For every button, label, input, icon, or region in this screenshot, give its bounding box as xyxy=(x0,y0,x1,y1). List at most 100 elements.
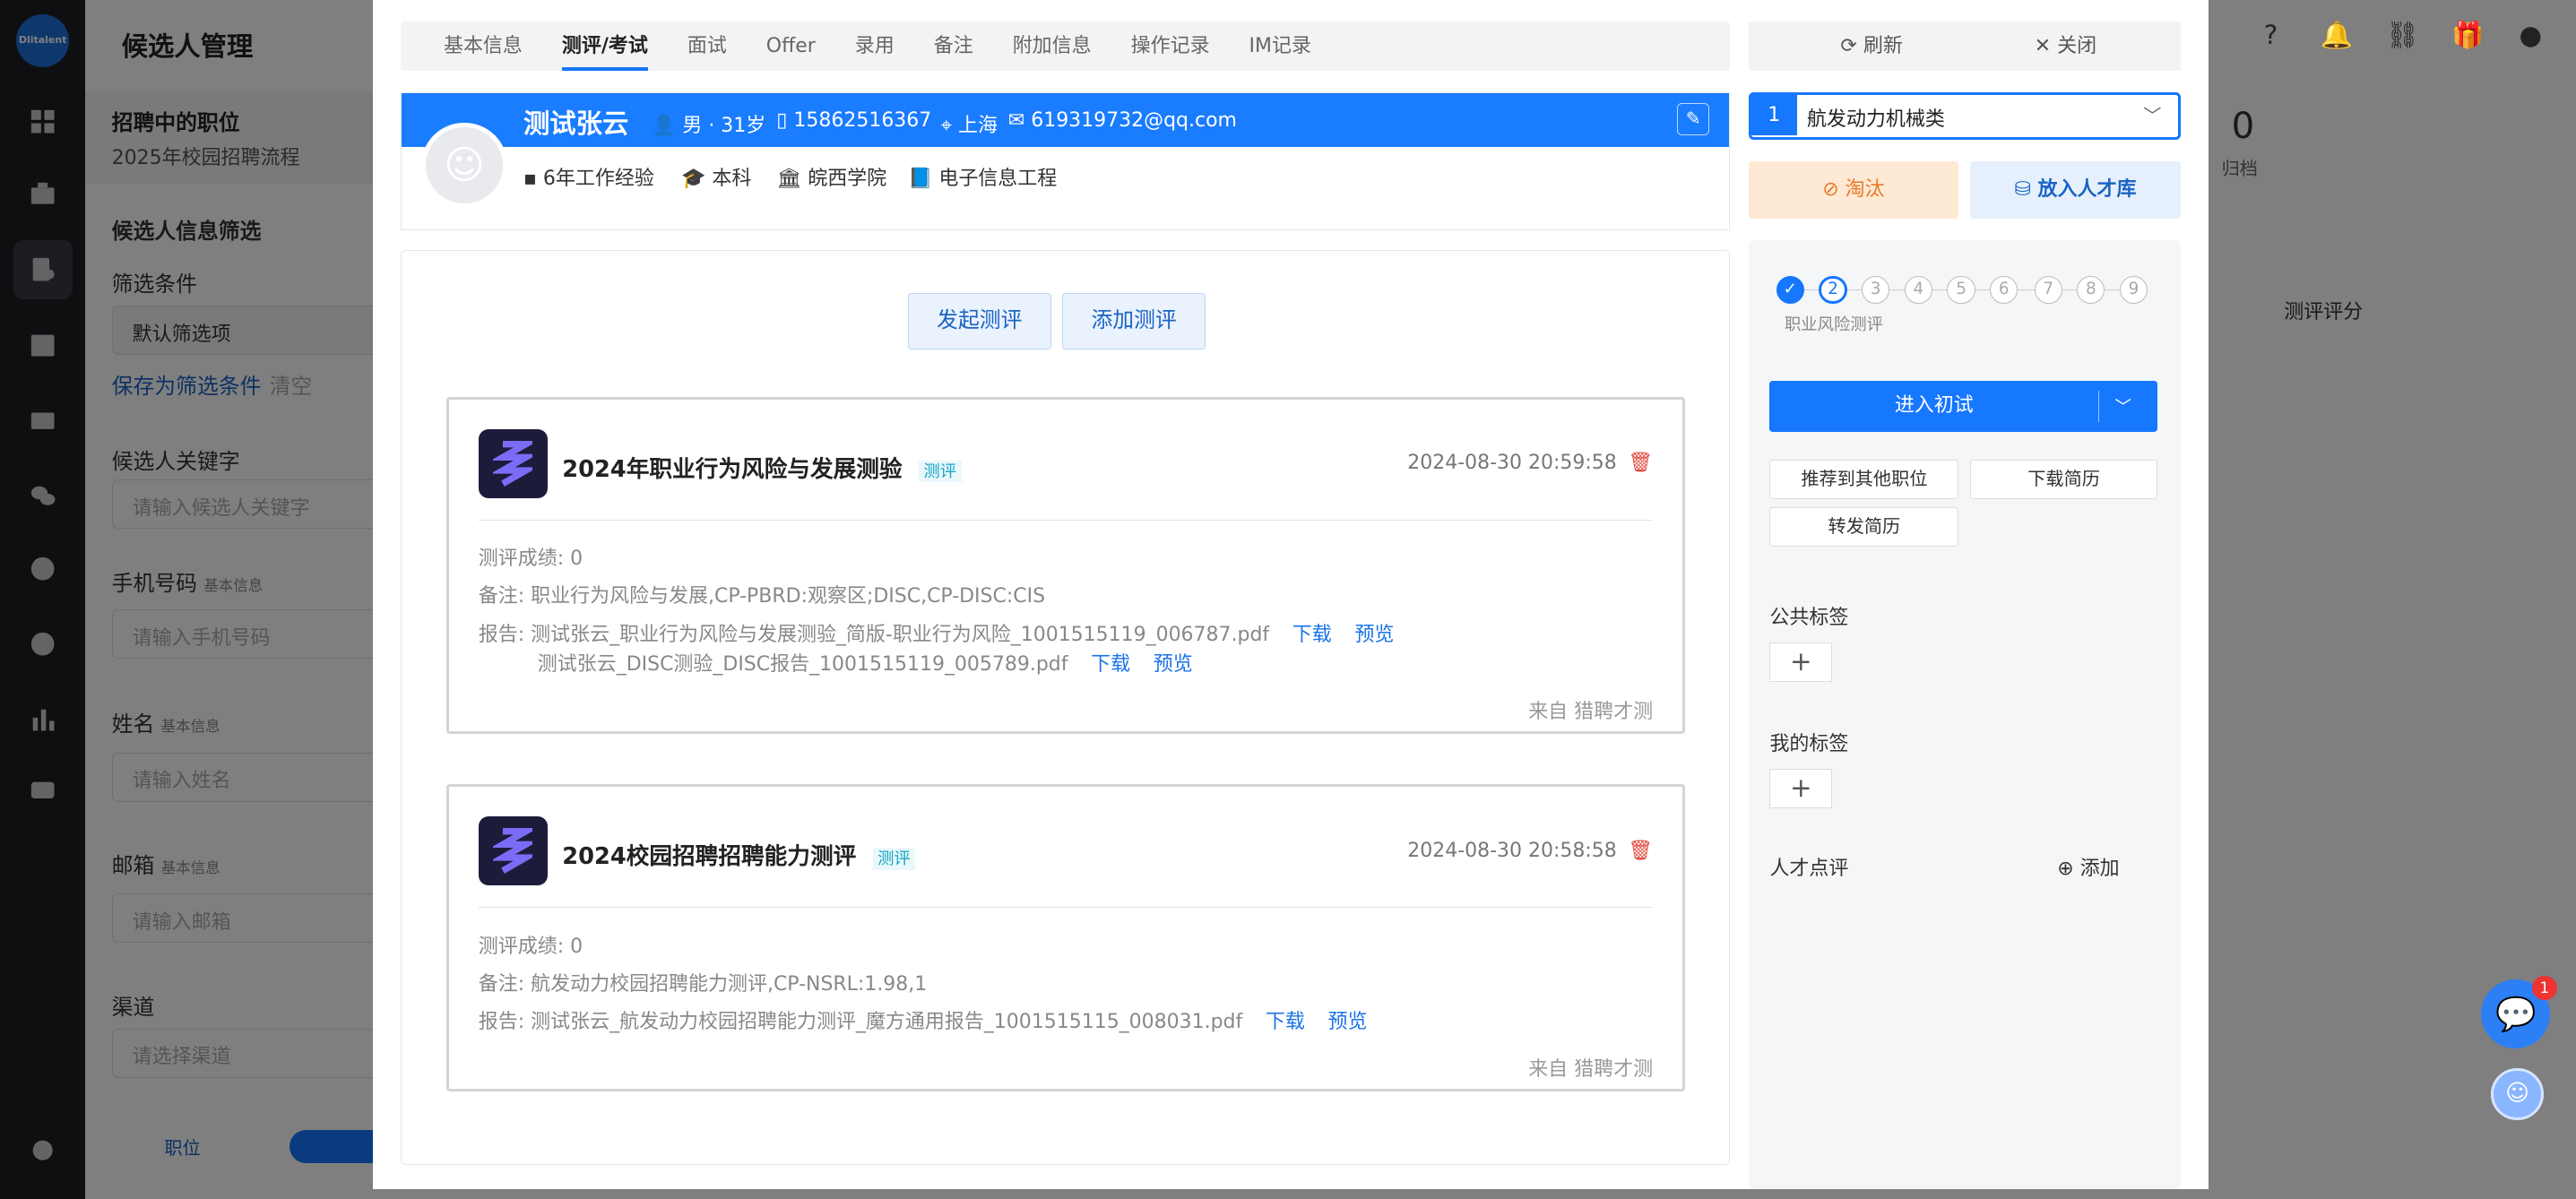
start-assessment-button[interactable]: 发起测评 xyxy=(907,293,1051,349)
degree: 🎓 本科 xyxy=(681,162,751,191)
edit-icon[interactable]: ✎ xyxy=(1676,102,1710,136)
mail-icon: ✉ xyxy=(1007,108,1025,132)
download-link[interactable]: 下载 xyxy=(1266,1011,1305,1033)
step-6[interactable]: 6 xyxy=(1990,275,2018,305)
divider xyxy=(478,519,1654,521)
forward-resume-button[interactable]: 转发简历 xyxy=(1769,507,1959,548)
tab-extra-info[interactable]: 附加信息 xyxy=(1013,22,1092,71)
assessment-note: 备注: 航发动力校园招聘能力测评,CP-NSRL:1.98,1 xyxy=(478,973,928,996)
book-icon: 📘 xyxy=(907,167,933,190)
reject-label: 淘汰 xyxy=(1845,177,1885,201)
trash-icon[interactable]: 🗑 xyxy=(1628,840,1653,862)
inbox-icon: ⛁ xyxy=(2014,177,2031,201)
job-select-value: 航发动力机械类 xyxy=(1806,108,1945,131)
refresh-label: 刷新 xyxy=(1863,34,1903,57)
add-my-tag-button[interactable]: + xyxy=(1769,768,1833,808)
public-tags-label: 公共标签 xyxy=(1769,606,1849,629)
download-link[interactable]: 下载 xyxy=(1091,653,1130,676)
trash-icon[interactable]: 🗑 xyxy=(1628,452,1653,474)
assessment-score: 测评成绩: 0 xyxy=(478,548,583,571)
tab-hire[interactable]: 录用 xyxy=(855,22,895,71)
job-index: 1 xyxy=(1750,94,1797,136)
step-7[interactable]: 7 xyxy=(2034,275,2062,305)
plus-circle-icon: ⊕ xyxy=(2057,858,2074,881)
add-review-button[interactable]: ⊕ 添加 xyxy=(2057,852,2119,881)
tab-interview[interactable]: 面试 xyxy=(687,22,727,71)
experience-text: 6年工作经验 xyxy=(542,167,654,190)
school-text: 皖西学院 xyxy=(808,167,887,190)
reject-button[interactable]: ⊘ 淘汰 xyxy=(1748,160,1959,219)
refresh-icon: ⟳ xyxy=(1840,34,1857,57)
assessment-date: 2024-08-30 20:59:58 xyxy=(1407,452,1617,475)
phone: ▯ 15862516367 xyxy=(776,109,931,132)
school-icon: 🏛 xyxy=(776,167,802,190)
enter-interview-button[interactable]: 进入初试 ﹀ xyxy=(1769,381,2158,433)
report-row: 报告: 测试张云_航发动力校园招聘能力测评_魔方通用报告_1001515115_… xyxy=(479,1005,1368,1034)
assessment-logo-icon xyxy=(478,816,548,886)
bell-icon[interactable]: 🔔 xyxy=(2321,20,2354,56)
tab-assessment[interactable]: 测评/考试 xyxy=(561,22,649,71)
chevron-down-icon[interactable]: ﹀ xyxy=(2114,394,2131,418)
chat-icon: 💬 xyxy=(2494,994,2537,1033)
recommend-button[interactable]: 推荐到其他职位 xyxy=(1769,460,1959,500)
assessment-title: 2024校园招聘招聘能力测评 测评 xyxy=(562,838,916,871)
report-file: 测试张云_DISC测验_DISC报告_1001515119_005789.pdf xyxy=(537,652,1068,676)
report-label: 报告: xyxy=(478,623,525,646)
assessment-title-text: 2024年职业行为风险与发展测验 xyxy=(562,455,903,483)
step-3[interactable]: 3 xyxy=(1862,275,1890,305)
preview-link[interactable]: 预览 xyxy=(1328,1011,1368,1033)
tab-operation-log[interactable]: 操作记录 xyxy=(1131,22,1210,71)
gift-icon[interactable]: 🎁 xyxy=(2451,20,2485,56)
candidate-modal: 基本信息 测评/考试 面试 Offer 录用 备注 附加信息 操作记录 IM记录… xyxy=(373,0,2209,1190)
step-1[interactable]: ✓ xyxy=(1776,275,1804,305)
job-select[interactable]: 1 航发动力机械类 ﹀ xyxy=(1748,91,2181,140)
assessment-title-text: 2024校园招聘招聘能力测评 xyxy=(562,843,857,871)
step-4[interactable]: 4 xyxy=(1904,275,1932,305)
tab-notes[interactable]: 备注 xyxy=(934,22,973,71)
assessment-source: 来自 猎聘才测 xyxy=(1528,1058,1654,1082)
report-row: 报告: 测试张云_职业行为风险与发展测验_简版-职业行为风险_100151511… xyxy=(479,618,1395,647)
report-row: 测试张云_DISC测验_DISC报告_1001515119_005789.pdf… xyxy=(538,648,1193,677)
ban-icon: ⊘ xyxy=(1822,177,1839,201)
close-label: 关闭 xyxy=(2057,34,2097,57)
assessment-panel: 发起测评 添加测评 2024年职业行为风险与发展测验 测评 2024-08-30 … xyxy=(401,249,1731,1165)
tab-basic-info[interactable]: 基本信息 xyxy=(444,22,523,71)
divider xyxy=(478,907,1654,908)
assessment-tag: 测评 xyxy=(918,460,962,483)
step-2[interactable]: 2 xyxy=(1819,275,1847,305)
close-button[interactable]: ✕ 关闭 xyxy=(2008,22,2122,71)
download-resume-button[interactable]: 下载简历 xyxy=(1970,460,2158,500)
talent-pool-button[interactable]: ⛁ 放入人才库 xyxy=(1970,160,2181,219)
city-text: 上海 xyxy=(958,114,998,137)
preview-link[interactable]: 预览 xyxy=(1354,624,1394,646)
assessment-source: 来自 猎聘才测 xyxy=(1528,700,1654,723)
major: 📘 电子信息工程 xyxy=(908,162,1057,191)
avatar: ☺ xyxy=(421,122,507,208)
assistant-bot-icon[interactable]: ☺ xyxy=(2491,1067,2544,1121)
refresh-button[interactable]: ⟳ 刷新 xyxy=(1814,22,1929,71)
user-icon[interactable]: ● xyxy=(2514,20,2547,56)
tab-offer[interactable]: Offer xyxy=(766,22,816,71)
current-step-label: 职业风险测评 xyxy=(1784,315,1883,335)
degree-text: 本科 xyxy=(712,167,752,190)
assessment-tag: 测评 xyxy=(872,848,916,871)
download-link[interactable]: 下载 xyxy=(1292,624,1332,646)
chat-button[interactable]: 💬 1 xyxy=(2481,975,2557,1048)
add-assessment-button[interactable]: 添加测评 xyxy=(1062,293,1206,349)
link-icon[interactable]: ⛓ xyxy=(2386,20,2419,56)
candidate-banner: 测试张云 👤 男 · 31岁 ▯ 15862516367 ⌖ 上海 ✉ 6193… xyxy=(402,92,1730,148)
assessment-note: 备注: 职业行为风险与发展,CP-PBRD:观察区;DISC,CP-DISC:C… xyxy=(478,585,1046,608)
chat-badge: 1 xyxy=(2532,975,2557,1001)
step-9[interactable]: 9 xyxy=(2119,275,2148,305)
candidate-card: 测试张云 👤 男 · 31岁 ▯ 15862516367 ⌖ 上海 ✉ 6193… xyxy=(401,91,1731,230)
add-public-tag-button[interactable]: + xyxy=(1769,642,1833,682)
city: ⌖ 上海 xyxy=(941,109,998,138)
tab-im-log[interactable]: IM记录 xyxy=(1249,22,1311,71)
step-5[interactable]: 5 xyxy=(1947,275,1975,305)
help-icon[interactable]: ? xyxy=(2254,20,2287,56)
button-divider xyxy=(2098,391,2099,423)
add-review-label: 添加 xyxy=(2079,858,2120,881)
school: 🏛 皖西学院 xyxy=(776,162,886,191)
preview-link[interactable]: 预览 xyxy=(1154,653,1193,676)
step-8[interactable]: 8 xyxy=(2077,275,2105,305)
